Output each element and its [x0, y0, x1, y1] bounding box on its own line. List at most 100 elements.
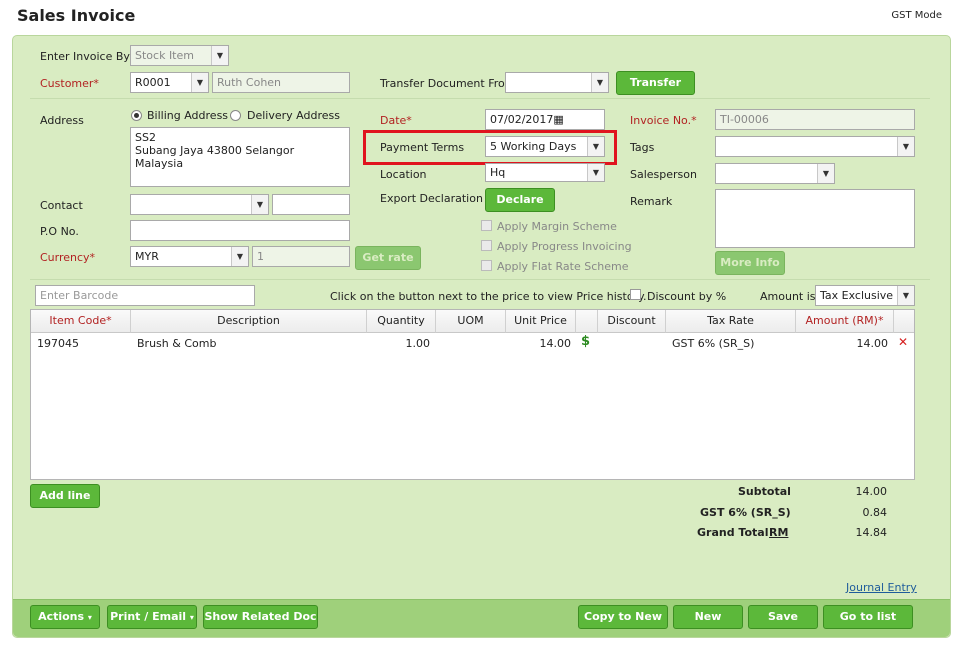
gst-label: GST 6% (SR_S) [700, 506, 791, 519]
cell-unit-price[interactable]: 14.00 [506, 337, 572, 350]
delivery-address-radio[interactable] [230, 110, 241, 121]
salesperson-label: Salesperson [630, 168, 697, 181]
apply-flat-checkbox[interactable] [481, 260, 492, 271]
col-discount[interactable]: Discount [598, 310, 666, 333]
gst-mode-label: GST Mode [891, 10, 942, 21]
enter-invoice-by-select[interactable]: Stock Item ▼ [130, 45, 229, 66]
show-related-doc-button[interactable]: Show Related Doc [203, 605, 318, 629]
new-button[interactable]: New [673, 605, 743, 629]
chevron-down-icon: ▼ [897, 286, 914, 305]
apply-flat-label: Apply Flat Rate Scheme [497, 260, 629, 273]
apply-margin-checkbox[interactable] [481, 220, 492, 231]
apply-progress-checkbox[interactable] [481, 240, 492, 251]
exchange-rate-field[interactable]: 1 [252, 246, 350, 267]
enter-invoice-by-value: Stock Item [135, 49, 194, 62]
chevron-down-icon: ▼ [251, 195, 268, 214]
grand-total-value: 14.84 [855, 526, 888, 539]
discount-by-pct-label: Discount by % [647, 290, 727, 303]
remark-label: Remark [630, 195, 673, 208]
chevron-down-icon: ▼ [897, 137, 914, 156]
contact-select[interactable]: ▼ [130, 194, 269, 215]
col-unit-price[interactable]: Unit Price [506, 310, 576, 333]
go-to-list-button[interactable]: Go to list [823, 605, 913, 629]
date-label: Date* [380, 114, 412, 127]
transfer-doc-select[interactable]: ▼ [505, 72, 609, 93]
chevron-down-icon: ▼ [231, 247, 248, 266]
amount-is-value: Tax Exclusive [820, 289, 894, 302]
declare-button[interactable]: Declare [485, 188, 555, 212]
journal-entry-link[interactable]: Journal Entry [846, 581, 917, 594]
chevron-down-icon: ▼ [211, 46, 228, 65]
remark-textarea[interactable] [715, 189, 915, 248]
tags-label: Tags [630, 141, 655, 154]
price-history-hint: Click on the button next to the price to… [330, 290, 647, 303]
col-description[interactable]: Description [131, 310, 367, 333]
currency-select[interactable]: MYR ▼ [130, 246, 249, 267]
export-declaration-label: Export Declaration [380, 192, 483, 205]
customer-name-field[interactable]: Ruth Cohen [212, 72, 350, 93]
actions-button[interactable]: Actions ▾ [30, 605, 100, 629]
dollar-icon[interactable]: $ [581, 334, 590, 349]
more-info-button[interactable]: More Info [715, 251, 785, 275]
location-select[interactable]: Hq ▼ [485, 163, 605, 182]
currency-label: Currency* [40, 251, 96, 264]
page-title: Sales Invoice [17, 6, 136, 25]
po-field[interactable] [130, 220, 350, 241]
highlight-box [363, 130, 617, 165]
col-item-code[interactable]: Item Code* [31, 310, 131, 333]
amount-is-label: Amount is: [760, 290, 820, 303]
grand-total-label: Grand Total [697, 526, 769, 539]
transfer-doc-label: Transfer Document From [380, 77, 516, 90]
barcode-input[interactable]: Enter Barcode [35, 285, 255, 306]
amount-is-select[interactable]: Tax Exclusive ▼ [815, 285, 915, 306]
chevron-down-icon: ▼ [591, 73, 608, 92]
print-email-button[interactable]: Print / Email ▾ [107, 605, 197, 629]
billing-address-label: Billing Address [147, 109, 229, 122]
chevron-down-icon: ▼ [817, 164, 834, 183]
location-value: Hq [490, 166, 506, 179]
transfer-button[interactable]: Transfer [616, 71, 695, 95]
currency-link[interactable]: RM [769, 526, 788, 539]
cell-description[interactable]: Brush & Comb [137, 337, 216, 350]
address-line: SS2 [135, 131, 156, 144]
cell-amount[interactable]: 14.00 [796, 337, 889, 350]
contact-extra-field[interactable] [272, 194, 350, 215]
delete-icon[interactable]: ✕ [898, 335, 908, 349]
contact-label: Contact [40, 199, 83, 212]
chevron-down-icon: ▼ [587, 164, 604, 181]
address-line: Malaysia [135, 157, 184, 170]
tags-select[interactable]: ▼ [715, 136, 915, 157]
cell-quantity[interactable]: 1.00 [367, 337, 431, 350]
copy-to-new-button[interactable]: Copy to New [578, 605, 668, 629]
add-line-button[interactable]: Add line [30, 484, 100, 508]
subtotal-value: 14.00 [855, 485, 888, 498]
customer-code-select[interactable]: R0001 ▼ [130, 72, 209, 93]
cell-tax-rate[interactable]: GST 6% (SR_S) [672, 337, 754, 350]
billing-address-radio[interactable] [131, 110, 142, 121]
salesperson-select[interactable]: ▼ [715, 163, 835, 184]
caret-down-icon: ▾ [189, 613, 194, 622]
col-amount[interactable]: Amount (RM)* [796, 310, 894, 333]
actions-label: Actions [38, 610, 85, 623]
customer-label: Customer* [40, 77, 99, 90]
cell-item-code[interactable]: 197045 [37, 337, 79, 350]
col-uom[interactable]: UOM [436, 310, 506, 333]
apply-margin-label: Apply Margin Scheme [497, 220, 617, 233]
date-field[interactable]: 07/02/2017▦ [485, 109, 605, 130]
save-button[interactable]: Save [748, 605, 818, 629]
calendar-icon[interactable]: ▦ [553, 113, 563, 126]
col-tax-rate[interactable]: Tax Rate [666, 310, 796, 333]
line-items-grid: Item Code* Description Quantity UOM Unit… [30, 309, 915, 480]
col-quantity[interactable]: Quantity [367, 310, 436, 333]
print-email-label: Print / Email [110, 610, 187, 623]
currency-value: MYR [135, 250, 159, 263]
customer-code-value: R0001 [135, 76, 171, 89]
get-rate-button[interactable]: Get rate [355, 246, 421, 270]
col-price-history [576, 310, 598, 333]
discount-by-pct-checkbox[interactable] [630, 289, 641, 300]
address-line: Subang Jaya 43800 Selangor [135, 144, 295, 157]
address-textarea[interactable]: SS2 Subang Jaya 43800 Selangor Malaysia [130, 127, 350, 187]
address-label: Address [40, 114, 84, 127]
subtotal-label: Subtotal [738, 485, 791, 498]
invoice-no-field[interactable]: TI-00006 [715, 109, 915, 130]
